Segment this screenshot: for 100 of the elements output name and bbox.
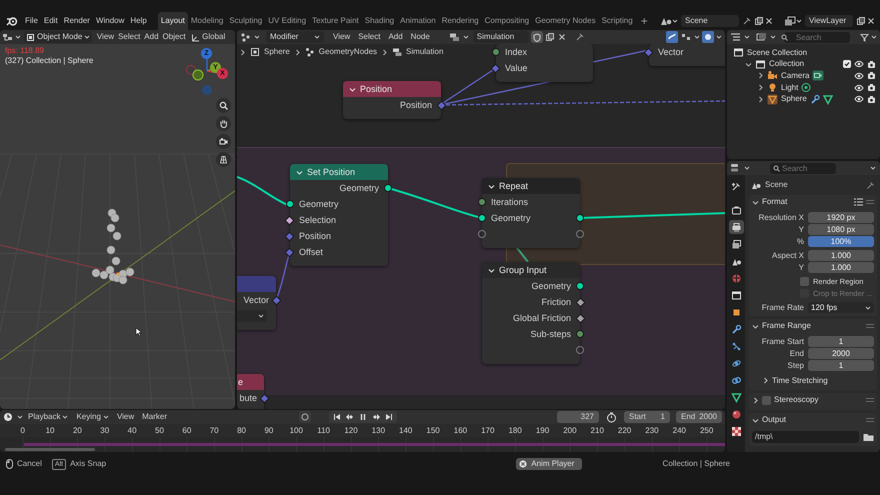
eye-icon[interactable] [854,60,864,68]
chevron-right-icon[interactable] [239,48,246,56]
checkbox[interactable] [800,277,809,286]
chevron-down-icon[interactable] [752,322,759,330]
workspace-tab[interactable]: Rendering [438,12,482,30]
render-camera-icon[interactable] [867,60,876,69]
jump-end-icon[interactable] [384,413,393,421]
mesh-data-icon[interactable] [822,94,833,105]
render-camera-icon[interactable] [867,94,876,104]
menu-item[interactable]: Marker [139,413,170,421]
node-socket[interactable] [260,393,270,403]
orientation-dropdown[interactable]: Global [191,32,226,42]
properties-tab[interactable] [728,220,744,234]
workspace-tab[interactable]: Layout [158,12,188,30]
node-socket[interactable] [384,184,392,192]
tree-item-label[interactable]: Sphere [781,95,807,104]
wrench-icon[interactable] [810,94,820,105]
tree-item-label[interactable]: Light [781,84,798,92]
chevron-down-icon[interactable] [349,86,356,92]
number-field[interactable]: 2000 [808,348,874,360]
workspace-tab[interactable]: Modeling [188,12,226,30]
caret-icon[interactable] [869,164,877,172]
workspace-tab[interactable]: Texture Paint [309,12,362,30]
workspace-tab[interactable]: Scripting [598,12,636,30]
duplicate-icon[interactable] [856,16,866,26]
workspace-tab[interactable]: Geometry Nodes [532,12,599,30]
view-layer-field[interactable]: ViewLayer [805,15,853,27]
menu-item[interactable]: Help [127,17,150,25]
menu-item[interactable]: Playback [25,413,72,421]
workspace-tab[interactable]: Shading [362,12,398,30]
path-field[interactable]: /tmp\ [752,430,859,443]
workspace-tab[interactable]: Sculpting [226,12,266,30]
duplicate-icon[interactable] [754,16,764,26]
number-field[interactable]: 1 [808,360,874,372]
menu-item[interactable]: View [330,33,354,41]
mode-dropdown[interactable]: Object Mode [24,31,92,43]
add-workspace-button[interactable]: + [636,12,653,30]
workspace-tab[interactable]: Animation [397,12,439,30]
breadcrumb-item[interactable]: Sphere [264,48,290,56]
drag-handle[interactable] [866,200,874,204]
panel-header[interactable]: Stereoscopy [752,396,818,405]
context-dropdown[interactable]: Modifier [266,31,324,43]
dropdown-field[interactable] [237,310,267,322]
folder-icon[interactable] [863,432,874,442]
tree-item-label[interactable]: Collection [769,60,804,68]
clock-icon[interactable] [3,412,15,422]
node-tree-icon[interactable] [448,32,461,42]
workspace-tab[interactable]: Compositing [482,12,532,30]
overlay-icon[interactable] [702,31,714,43]
node-group-field[interactable]: Simulation [472,31,529,43]
chevron-right-icon[interactable] [294,48,301,56]
eye-icon[interactable] [854,84,864,92]
fake-user-button[interactable] [530,31,543,43]
chevron-down-icon[interactable] [488,182,495,190]
menu-item[interactable]: Select [116,33,142,41]
next-keyframe-icon[interactable] [372,413,380,421]
render-camera-icon[interactable] [867,83,876,92]
chevron-right-icon[interactable] [381,48,388,56]
scene-field[interactable]: Scene [681,15,739,27]
funnel-icon[interactable] [860,32,869,42]
tree-item-label[interactable]: Scene Collection [747,48,808,57]
search-field[interactable]: Search [784,32,850,42]
panel-header[interactable]: Format [752,198,788,206]
menu-item[interactable]: Window [92,17,128,25]
chevron-right-icon[interactable] [752,396,759,404]
current-frame-field[interactable]: 327 [557,411,599,423]
chevron-right-icon[interactable] [762,377,769,384]
breadcrumb-item[interactable]: Simulation [406,48,444,56]
eye-icon[interactable] [854,72,864,80]
zoom-button[interactable] [216,98,231,113]
number-field[interactable]: 1.000 [808,250,874,262]
start-frame-field[interactable]: Start 1 [624,411,670,423]
chevron-down-icon[interactable] [752,416,759,424]
chevron-down-icon[interactable] [752,198,759,206]
drag-handle[interactable] [866,398,874,402]
link-icon[interactable] [666,31,678,43]
chevron-down-icon[interactable] [488,266,495,274]
close-icon[interactable] [764,16,774,26]
menu-item[interactable]: Select [355,33,384,41]
blender-logo-icon[interactable] [6,15,18,27]
node-socket[interactable] [436,100,446,110]
number-field[interactable]: 1.000 [808,262,874,274]
job-button[interactable]: Anim Player [516,458,582,470]
presets-icon[interactable] [854,198,863,206]
jump-start-icon[interactable] [332,413,341,421]
menu-item[interactable]: View [95,33,116,41]
record-button[interactable] [298,411,311,423]
eye-icon[interactable] [854,95,864,104]
cancel-job-icon[interactable] [519,460,528,468]
workspace-tab[interactable]: UV Editing [265,12,310,30]
breadcrumb-item[interactable]: GeometryNodes [318,48,378,56]
view-layer-icon[interactable] [784,16,796,26]
camera-data-icon[interactable] [812,70,824,82]
snap-icon[interactable] [680,32,692,42]
editor-type-icon[interactable] [240,32,252,42]
camera-view-button[interactable] [216,134,231,149]
end-frame-field[interactable]: End 2000 [676,411,722,423]
menu-item[interactable]: Object [161,33,188,41]
menu-item[interactable]: File [22,17,41,25]
menu-item[interactable]: Edit [40,17,61,25]
